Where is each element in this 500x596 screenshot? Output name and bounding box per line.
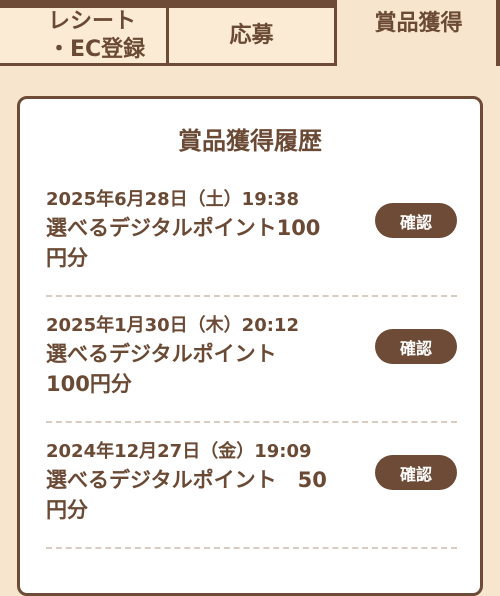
tab-receipt-line1: レシート [48, 8, 137, 34]
prize-history-panel: 賞品獲得履歴 2025年6月28日（土）19:38 選べるデジタルポイント100… [17, 96, 483, 596]
entry-prize: 選べるデジタルポイント 50円分 [46, 468, 327, 522]
confirm-button[interactable]: 確認 [375, 455, 457, 490]
tab-prize[interactable]: 賞品獲得 [337, 0, 500, 66]
tab-apply-label: 応募 [229, 22, 274, 48]
entry-prize: 選べるデジタルポイント100円分 [46, 216, 321, 270]
confirm-button[interactable]: 確認 [375, 203, 457, 238]
entry-date: 2024年12月27日（金）19:09 [46, 441, 312, 462]
entry-date: 2025年1月30日（木）20:12 [46, 315, 299, 336]
tab-apply[interactable]: 応募 [166, 0, 337, 66]
tab-receipt-ec-label: レシート ・EC登録 [48, 8, 145, 64]
list-item: 2025年1月30日（木）20:12 選べるデジタルポイント 100円分 確認 [46, 295, 457, 423]
entry-prize: 選べるデジタルポイント 100円分 [46, 342, 298, 396]
tab-edge [496, 0, 500, 66]
tab-receipt-ec[interactable]: レシート ・EC登録 [0, 0, 169, 66]
tab-prize-label: 賞品獲得 [374, 11, 463, 36]
tab-receipt-line2: ・EC登録 [48, 36, 146, 62]
tab-bar: レシート ・EC登録 応募 賞品獲得 [0, 0, 500, 70]
confirm-button[interactable]: 確認 [375, 329, 457, 364]
panel-title: 賞品獲得履歴 [178, 127, 322, 155]
entry-date: 2025年6月28日（土）19:38 [46, 189, 299, 210]
list-item: 2024年12月27日（金）19:09 選べるデジタルポイント 50円分 確認 [46, 421, 457, 549]
list-item: 2025年6月28日（土）19:38 選べるデジタルポイント100円分 確認 [46, 169, 457, 297]
